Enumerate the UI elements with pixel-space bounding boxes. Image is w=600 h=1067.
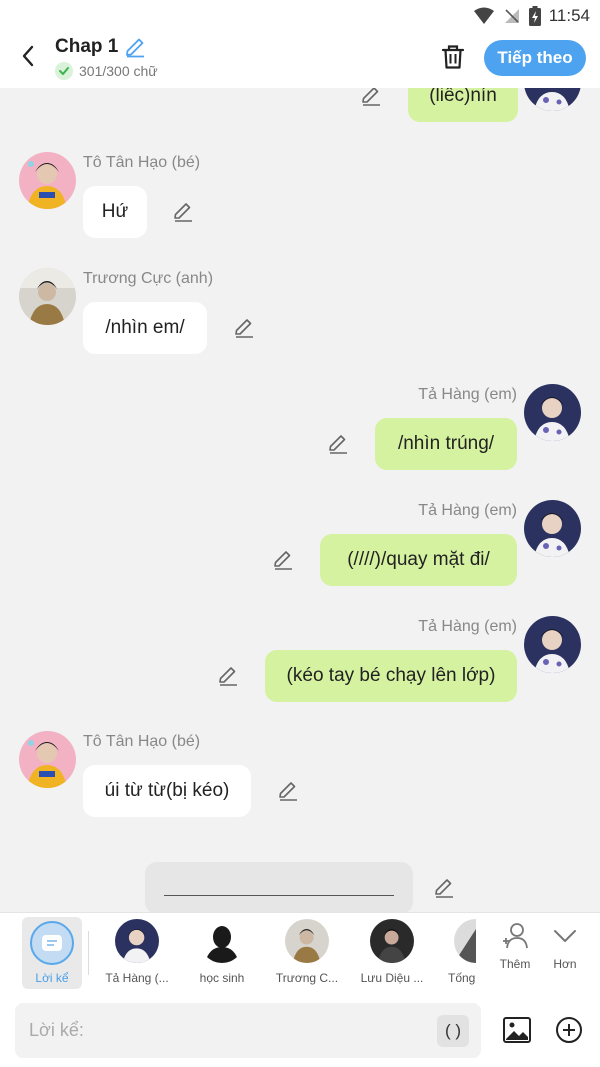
status-bar: 11:54 [0, 0, 600, 32]
character-label: Lưu Diệu ... [360, 971, 424, 985]
character-label: Trương C... [275, 971, 339, 985]
character-item[interactable]: Tả Hàng (... [100, 919, 174, 989]
parenthesis-button[interactable]: ( ) [437, 1015, 469, 1047]
input-bar: ( ) [0, 994, 600, 1067]
add-character-label: Thêm [499, 957, 531, 971]
input-box[interactable]: ( ) [15, 1003, 481, 1058]
trash-icon [441, 45, 465, 69]
edit-message-icon[interactable] [272, 549, 294, 571]
avatar[interactable] [524, 500, 581, 557]
character-item[interactable]: Trương C... [270, 919, 344, 989]
sender-name: Tả Hàng (em) [418, 386, 517, 403]
edit-message-icon[interactable] [360, 88, 382, 107]
message-bubble[interactable]: /nhìn em/ [83, 302, 207, 354]
edit-message-icon[interactable] [277, 780, 299, 802]
message-bubble[interactable]: (kéo tay bé chạy lên lớp) [265, 650, 517, 702]
message-bubble[interactable]: (liếc)nín [408, 88, 518, 122]
character-item[interactable]: Tống [440, 919, 476, 989]
sender-name: Trương Cực (anh) [83, 270, 214, 287]
word-count: 301/300 chữ [79, 63, 158, 79]
edit-title-icon[interactable] [124, 36, 146, 58]
avatar[interactable] [19, 731, 76, 788]
character-avatar [370, 919, 414, 963]
avatar[interactable] [524, 616, 581, 673]
header: Chap 1 301/300 chữ Tiếp theo [0, 32, 600, 88]
chat-area[interactable]: (liếc)nín Tô Tân Hạo (bé) Hứ Trương Cực … [0, 88, 600, 912]
add-person-icon [503, 923, 528, 949]
sender-name: Tô Tân Hạo (bé) [83, 733, 201, 750]
battery-charging-icon [528, 6, 541, 26]
character-avatar [200, 919, 244, 963]
sender-name: Tả Hàng (em) [418, 618, 517, 635]
avatar[interactable] [524, 384, 581, 441]
message-bubble[interactable]: Hứ [83, 186, 147, 238]
check-icon [55, 62, 73, 80]
divider [88, 931, 89, 975]
edit-message-icon[interactable] [217, 665, 239, 687]
character-avatar [454, 919, 476, 963]
character-label: Tống [448, 971, 476, 985]
status-icons: 11:54 [473, 4, 590, 28]
message-bubble[interactable]: úi từ từ(bị kéo) [83, 765, 251, 817]
narration-bubble[interactable] [145, 862, 413, 912]
avatar[interactable] [19, 152, 76, 209]
character-item[interactable]: học sinh [185, 919, 259, 989]
title-block: Chap 1 301/300 chữ [55, 36, 158, 80]
edit-message-icon[interactable] [327, 433, 349, 455]
character-avatar [115, 919, 159, 963]
back-button[interactable] [14, 42, 42, 70]
narrator-icon [30, 921, 74, 965]
narrator-label: Lời kể [35, 971, 69, 985]
expand-label: Hơn [553, 957, 577, 971]
message-input[interactable] [29, 1003, 429, 1058]
character-strip: Lời kể Tả Hàng (... học sinh Trương C...… [0, 912, 600, 994]
chevron-left-icon [22, 45, 34, 67]
delete-button[interactable] [438, 42, 468, 72]
no-signal-icon [504, 9, 519, 23]
character-label: Tả Hàng (... [105, 971, 169, 985]
character-item[interactable]: Lưu Diệu ... [355, 919, 429, 989]
avatar[interactable] [524, 88, 581, 111]
avatar[interactable] [19, 268, 76, 325]
chevron-down-icon [554, 930, 576, 942]
message-bubble[interactable]: /nhìn trúng/ [375, 418, 517, 470]
status-time: 11:54 [548, 6, 590, 25]
character-label: học sinh [199, 971, 245, 985]
sender-name: Tô Tân Hạo (bé) [83, 154, 201, 171]
add-character-button[interactable]: Thêm [493, 921, 537, 985]
next-button[interactable]: Tiếp theo [484, 40, 586, 76]
character-avatar [285, 919, 329, 963]
narration-blank-line [164, 894, 394, 896]
wifi-icon [473, 7, 494, 24]
message-bubble[interactable]: (////)/quay mặt đi/ [320, 534, 517, 586]
page-title: Chap 1 [55, 36, 119, 57]
narrator-selector[interactable]: Lời kể [22, 917, 82, 989]
add-icon[interactable] [554, 1015, 584, 1045]
image-icon[interactable] [502, 1015, 532, 1045]
sender-name: Tả Hàng (em) [418, 502, 517, 519]
edit-message-icon[interactable] [172, 201, 194, 223]
edit-narration-icon[interactable] [433, 877, 455, 899]
expand-button[interactable]: Hơn [543, 921, 587, 985]
edit-message-icon[interactable] [233, 317, 255, 339]
